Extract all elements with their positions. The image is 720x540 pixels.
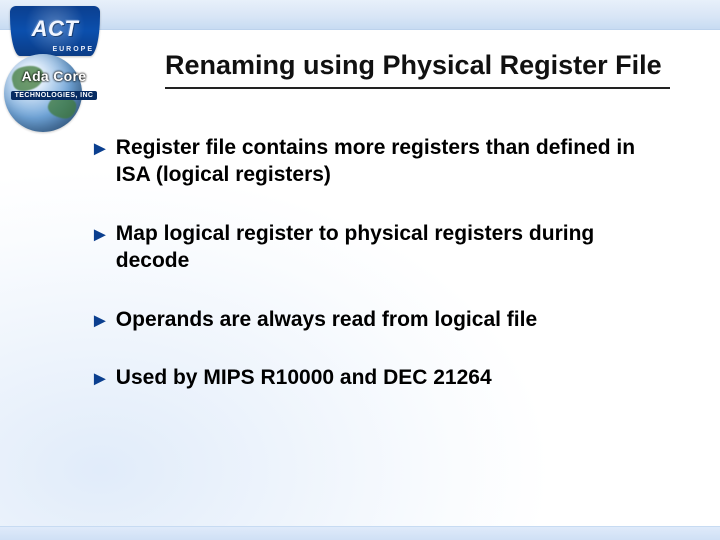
logo-area: ACT EUROPE Ada Core TECHNOLOGIES, INC — [10, 6, 120, 116]
bullet-text: Operands are always read from logical fi… — [116, 307, 537, 334]
ada-core-sub: TECHNOLOGIES, INC — [11, 91, 98, 100]
list-item: ► Map logical register to physical regis… — [90, 221, 660, 275]
ada-core-logo: Ada Core TECHNOLOGIES, INC — [8, 68, 100, 102]
bullet-arrow-icon: ► — [90, 222, 110, 248]
act-logo-sub: EUROPE — [52, 46, 94, 53]
act-logo: ACT EUROPE — [10, 6, 100, 56]
list-item: ► Register file contains more registers … — [90, 135, 660, 189]
bullet-list: ► Register file contains more registers … — [90, 135, 660, 424]
bullet-arrow-icon: ► — [90, 308, 110, 334]
slide: ACT EUROPE Ada Core TECHNOLOGIES, INC Re… — [0, 0, 720, 540]
list-item: ► Used by MIPS R10000 and DEC 21264 — [90, 365, 660, 392]
bullet-arrow-icon: ► — [90, 366, 110, 392]
bullet-text: Register file contains more registers th… — [116, 135, 660, 189]
bullet-arrow-icon: ► — [90, 136, 110, 162]
ada-core-title: Ada Core — [8, 68, 100, 84]
act-logo-text: ACT — [10, 16, 100, 42]
list-item: ► Operands are always read from logical … — [90, 307, 660, 334]
bullet-text: Used by MIPS R10000 and DEC 21264 — [116, 365, 492, 392]
slide-title: Renaming using Physical Register File — [165, 50, 670, 89]
footer-band — [0, 526, 720, 540]
bullet-text: Map logical register to physical registe… — [116, 221, 660, 275]
